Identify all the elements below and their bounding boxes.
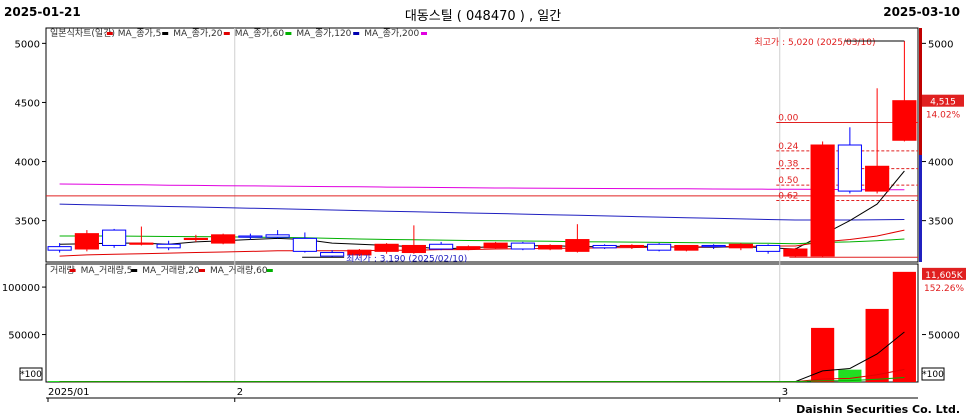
price-legend-label: MA_종가,60 (235, 28, 285, 39)
fib-level-label: 0.24 (778, 142, 798, 152)
price-tick-label-right: 3500 (928, 217, 953, 228)
candle-body (74, 233, 99, 250)
volume-bar (865, 308, 889, 382)
fib-level-label: 0.50 (778, 176, 798, 186)
price-legend-label: MA_종가,20 (173, 28, 223, 39)
volume-ma-line (59, 331, 905, 383)
volume-ma-line (59, 377, 905, 383)
candle-body (320, 252, 345, 257)
price-ma-line (59, 203, 905, 221)
candle-body (565, 239, 590, 252)
candle-body (865, 165, 890, 192)
candle-body (728, 243, 753, 249)
volume-moving-averages (59, 331, 905, 383)
volume-change: 152.26% (924, 284, 964, 294)
last-price-value: 4,515 (930, 98, 956, 108)
price-legend-swatch (421, 32, 427, 35)
candle-body (211, 234, 236, 244)
price-axis-accent-blue (919, 155, 922, 262)
candle-body (810, 144, 835, 257)
candle-body (701, 244, 726, 248)
candle-body (156, 243, 181, 249)
price-tick-label-right: 5000 (928, 39, 953, 50)
candle-body (183, 237, 208, 241)
price-legend-swatch (353, 32, 360, 35)
price-tick-label-left: 5000 (15, 39, 40, 50)
x-tick-label: 3 (782, 387, 788, 398)
price-legend-label: MA_종가,200 (364, 28, 419, 39)
last-price-change: 14.02% (926, 111, 961, 121)
volume-unit-left: *100 (20, 370, 42, 380)
volume-legend-swatch (199, 269, 205, 272)
volume-bars[interactable] (48, 271, 916, 382)
candle-body (47, 246, 72, 251)
volume-tick-label-left: 100000 (2, 283, 40, 294)
volume-legend-label: MA_거래량,20 (142, 264, 200, 276)
price-tick-label-left: 4000 (15, 158, 40, 169)
volume-ma-line (59, 368, 905, 383)
volume-legend-label: MA_거래량,60 (210, 264, 268, 276)
volume-legend-label: MA_거래량,5 (81, 264, 133, 276)
candle-body (510, 242, 535, 250)
footer-credit: Daishin Securities Co. Ltd. (796, 403, 960, 416)
candle-body (592, 244, 617, 249)
fib-level-label: 0.00 (778, 114, 798, 124)
volume-legend-swatch (266, 269, 273, 272)
low-price-label: 최저가 : 3,190 (2025/02/10) (346, 253, 467, 264)
price-tick-label-left: 4500 (15, 98, 40, 109)
volume-bar (892, 271, 916, 382)
price-legend-swatch (223, 32, 230, 35)
volume-unit-right: *100 (922, 370, 944, 380)
candle-body (456, 246, 481, 250)
fib-level-label: 0.62 (778, 192, 798, 202)
candle-body (538, 244, 563, 250)
candle-body (265, 234, 290, 238)
last-volume-value: 11,605K (925, 271, 963, 281)
candle-body (647, 243, 672, 251)
annotations: 최고가 : 5,020 (2025/03/10) 최저가 : 3,190 (202… (302, 37, 966, 294)
price-legend-label: MA_종가,5 (118, 28, 162, 39)
ma-120-line (59, 203, 905, 221)
price-legend-swatch (285, 32, 292, 35)
price-legend-label: 일본식차트(일간) (50, 27, 115, 39)
candle-body (129, 242, 154, 245)
candle-body (783, 248, 808, 257)
price-legend-swatch (106, 32, 113, 35)
high-price-label: 최고가 : 5,020 (2025/03/10) (754, 37, 875, 48)
volume-panel-frame (45, 263, 919, 383)
x-tick-label: 2025/01 (48, 387, 90, 398)
candle-body (102, 229, 127, 246)
price-legend-swatch (162, 32, 169, 35)
price-tick-label-right: 4000 (928, 158, 953, 169)
x-tick-label: 2 (237, 387, 243, 398)
candle-body (756, 244, 781, 252)
candle-body (401, 244, 426, 254)
candle-body (292, 237, 317, 252)
grid-lines (234, 28, 781, 382)
volume-legend-swatch (131, 269, 138, 272)
stock-chart[interactable]: 0.00 0.24 0.38 0.50 0.62 3500 3500 4000 4000 450… (0, 0, 966, 418)
candle-body (892, 100, 917, 141)
price-legend-label: MA_종가,120 (296, 28, 351, 39)
candle-body (674, 244, 699, 251)
volume-tick-label-right: 50000 (928, 331, 960, 342)
candle-body (429, 243, 454, 250)
fib-level-label: 0.38 (778, 160, 798, 170)
candle-body (238, 235, 263, 238)
volume-tick-label-left: 50000 (8, 331, 40, 342)
candle-body (619, 244, 644, 248)
candle-body (374, 243, 399, 252)
volume-legend-swatch (69, 269, 76, 272)
candle-body (837, 144, 862, 192)
price-tick-label-left: 3500 (15, 217, 40, 228)
candle-body (483, 242, 508, 249)
